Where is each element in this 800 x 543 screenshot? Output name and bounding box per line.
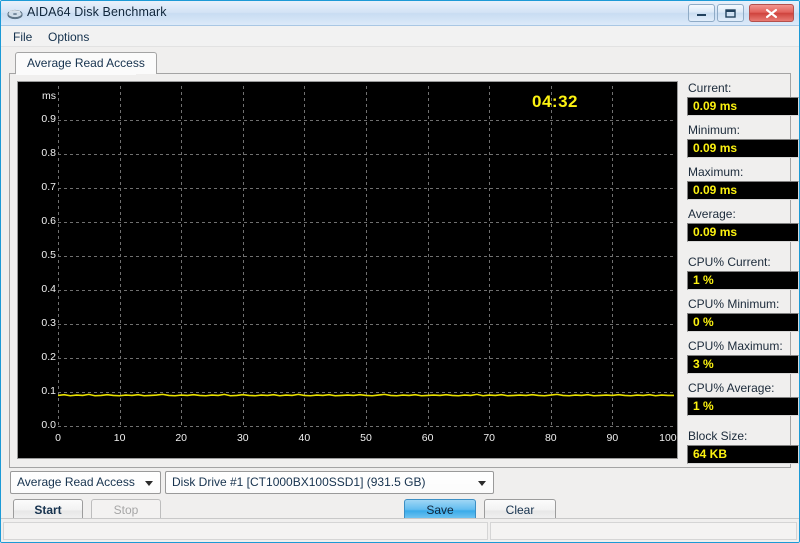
x-axis-tick: 20 — [175, 432, 188, 444]
test-type-select[interactable]: Average Read Access — [10, 471, 161, 494]
client-area: Average Read Access ms 0.9 0.8 0.7 0.6 0.5 0.… — [1, 47, 799, 522]
elapsed-timer: 04:32 — [532, 92, 578, 111]
menu-item-options[interactable]: Options — [43, 29, 94, 45]
y-axis-tick: 0.7 — [41, 181, 56, 193]
menu-bar: File Options — [1, 26, 799, 47]
readout-label: Maximum: — [688, 165, 744, 179]
chevron-down-icon — [145, 481, 153, 486]
y-axis-tick: 0.2 — [41, 351, 56, 363]
status-pane-right — [490, 522, 797, 540]
readout-value: 0.09 ms — [687, 97, 799, 116]
x-axis-tick: 40 — [298, 432, 311, 444]
x-axis-tick: 90 — [606, 432, 619, 444]
readout-value: 0.09 ms — [687, 181, 799, 200]
readout-value: 1 % — [687, 397, 799, 416]
chart-trace-layer — [58, 393, 674, 397]
readout-label: CPU% Average: — [688, 381, 775, 395]
x-axis-tick: 0 — [55, 432, 61, 444]
y-axis-tick: 0.6 — [41, 215, 56, 227]
menu-item-file[interactable]: File — [8, 29, 37, 45]
readout-group: Current: 0.09 ms — [687, 81, 799, 116]
readout-value: 1 % — [687, 271, 799, 290]
readout-group: CPU% Maximum: 3 % — [687, 339, 799, 374]
x-axis-tick: 70 — [483, 432, 496, 444]
status-bar — [1, 518, 799, 542]
disk-drive-value: Disk Drive #1 [CT1000BX100SSD1] (931.5 G… — [172, 475, 426, 489]
disk-drive-select[interactable]: Disk Drive #1 [CT1000BX100SSD1] (931.5 G… — [165, 471, 494, 494]
x-axis-tick: 100 % — [659, 432, 689, 444]
readout-label: CPU% Current: — [688, 255, 771, 269]
readout-label: CPU% Minimum: — [688, 297, 780, 311]
x-axis-tick: 30 — [236, 432, 249, 444]
title-bar: AIDA64 Disk Benchmark — [1, 1, 799, 26]
y-axis-tick-labels: ms 0.9 0.8 0.7 0.6 0.5 0.4 0.3 0.2 0.1 0.0 — [18, 82, 56, 431]
readout-group: Maximum: 0.09 ms — [687, 165, 799, 200]
window-title: AIDA64 Disk Benchmark — [27, 5, 167, 19]
readout-value: 64 KB — [687, 445, 799, 464]
readout-group: Average: 0.09 ms — [687, 207, 799, 242]
x-axis-tick: 10 — [113, 432, 126, 444]
readout-group: CPU% Current: 1 % — [687, 255, 799, 290]
y-axis-tick: 0.3 — [41, 317, 56, 329]
benchmark-chart: ms 0.9 0.8 0.7 0.6 0.5 0.4 0.3 0.2 0.1 0.0 0 10 20 3… — [17, 81, 689, 459]
x-axis-tick: 60 — [421, 432, 434, 444]
status-pane-left — [3, 522, 488, 540]
y-axis-tick: 0.4 — [41, 283, 56, 295]
chart-series-line — [58, 393, 674, 397]
readout-panel: Current: 0.09 ms Minimum: 0.09 ms Maximum: 0.… — [687, 81, 799, 471]
tab-average-read-access[interactable]: Average Read Access — [15, 52, 157, 74]
readout-label: Minimum: — [688, 123, 741, 137]
tab-strip: Average Read Access ms 0.9 0.8 0.7 0.6 0.5 0.… — [9, 52, 799, 468]
readout-group: CPU% Minimum: 0 % — [687, 297, 799, 332]
plot-area — [58, 86, 674, 427]
readout-group: Minimum: 0.09 ms — [687, 123, 799, 158]
readout-value: 0.09 ms — [687, 139, 799, 158]
minimize-button[interactable] — [688, 4, 715, 22]
y-axis-tick: 0.9 — [41, 113, 56, 125]
x-axis-tick-labels: 0 10 20 30 40 50 60 70 80 90 100 % — [55, 432, 689, 448]
test-type-value: Average Read Access — [17, 475, 135, 489]
readout-label: Block Size: — [688, 429, 748, 443]
readout-value: 3 % — [687, 355, 799, 374]
readout-group: Block Size: 64 KB — [687, 429, 799, 464]
readout-label: Current: — [688, 81, 732, 95]
y-axis-unit-label: ms — [42, 90, 56, 102]
readout-label: CPU% Maximum: — [688, 339, 783, 353]
x-axis-tick: 50 — [360, 432, 372, 444]
x-axis-tick: 80 — [544, 432, 557, 444]
chevron-down-icon — [478, 481, 486, 486]
readout-value: 0 % — [687, 313, 799, 332]
readout-group: CPU% Average: 1 % — [687, 381, 799, 416]
maximize-button[interactable] — [717, 4, 744, 22]
close-button[interactable] — [749, 4, 794, 22]
aida64-disk-benchmark-window: AIDA64 Disk Benchmark File Options Avera… — [0, 0, 800, 543]
y-axis-tick: 0.1 — [41, 385, 56, 397]
disk-platter-icon — [7, 6, 23, 22]
readout-label: Average: — [688, 207, 736, 221]
y-axis-tick: 0.5 — [41, 249, 56, 261]
y-axis-tick: 0.0 — [41, 419, 56, 431]
tab-seam — [16, 72, 136, 75]
control-bar: Average Read Access Disk Drive #1 [CT100… — [1, 468, 799, 522]
y-axis-tick: 0.8 — [41, 147, 56, 159]
readout-value: 0.09 ms — [687, 223, 799, 242]
